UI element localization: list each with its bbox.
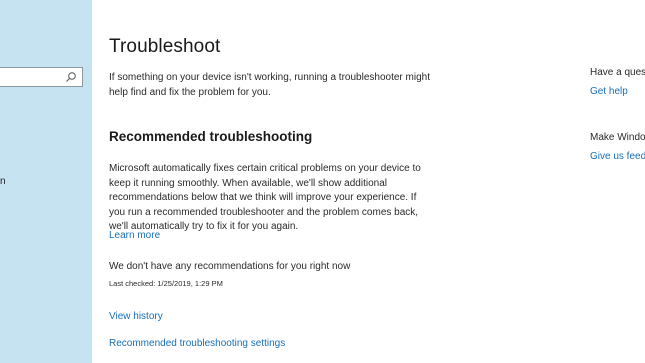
question-heading: Have a ques: [590, 67, 645, 78]
intro-text: If something on your device isn't workin…: [109, 72, 430, 98]
learn-more-link[interactable]: Learn more: [109, 230, 160, 241]
recommended-settings-link[interactable]: Recommended troubleshooting settings: [109, 338, 285, 349]
search-input[interactable]: [0, 67, 83, 87]
feedback-link[interactable]: Give us feed: [590, 151, 645, 162]
recommended-description: Microsoft automatically fixes certain cr…: [109, 163, 421, 232]
page-title: Troubleshoot: [109, 36, 221, 57]
search-icon[interactable]: [65, 71, 77, 83]
get-help-link[interactable]: Get help: [590, 86, 628, 97]
sidebar: n: [0, 0, 92, 363]
main-content: Troubleshoot If something on your device…: [109, 0, 549, 363]
sidebar-item-label[interactable]: n: [0, 176, 6, 187]
view-history-link[interactable]: View history: [109, 311, 163, 322]
make-windows-heading: Make Windo: [590, 132, 645, 143]
section-heading: Recommended troubleshooting: [109, 129, 313, 144]
last-checked-text: Last checked: 1/25/2019, 1:29 PM: [109, 279, 223, 288]
no-recommendations-text: We don't have any recommendations for yo…: [109, 261, 351, 272]
right-panel: Have a ques Get help Make Windo Give us …: [590, 0, 645, 363]
